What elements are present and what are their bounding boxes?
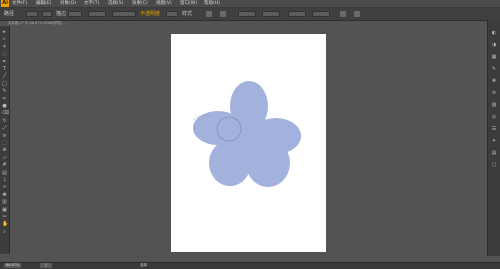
flower-shape[interactable] xyxy=(193,81,301,187)
canvas-artwork xyxy=(192,81,301,187)
artboard-navigation[interactable]: 1 xyxy=(40,263,52,268)
status-tool: 选择 xyxy=(140,263,147,267)
zoom-level[interactable]: 66.67% xyxy=(4,263,22,268)
